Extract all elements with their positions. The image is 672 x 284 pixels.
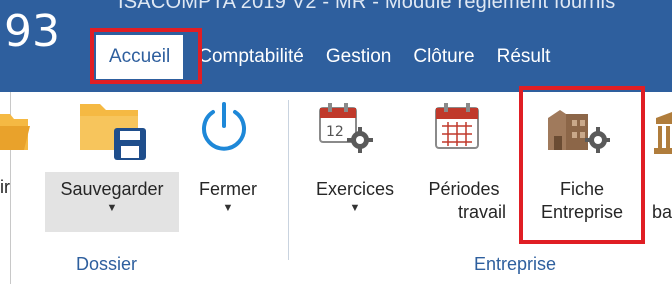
power-icon (196, 100, 252, 156)
building-gear-icon (546, 104, 610, 156)
calendar-grid-icon (432, 100, 488, 156)
chevron-down-icon: ▼ (106, 202, 118, 214)
folder-save-icon (78, 98, 150, 162)
periodes-label-line1: Périodes (428, 179, 500, 199)
bank-icon (654, 112, 672, 156)
calendar-gear-icon: 12 (318, 100, 374, 156)
exercices-button[interactable]: Exercices ▼ (304, 178, 406, 234)
banque-label: ba (652, 202, 672, 222)
tab-accueil[interactable]: Accueil (96, 35, 184, 79)
fiche-label-line2: Entreprise (540, 202, 624, 222)
periodes-label-line2: travail (457, 202, 506, 222)
group-label-entreprise: Entreprise (474, 254, 557, 274)
svg-text:12: 12 (326, 124, 344, 140)
app-logo: 93 (4, 6, 60, 57)
title-bar: 93 ISACOMPTA 2019 V2 - MR - Module règle… (0, 0, 672, 92)
sauvegarder-button[interactable]: Sauvegarder ▼ (45, 172, 179, 232)
sauvegarder-label: Sauvegarder (60, 179, 164, 199)
chevron-down-icon: ▼ (222, 202, 234, 214)
tab-gestion[interactable]: Gestion (315, 37, 402, 77)
tab-cloture[interactable]: Clôture (402, 37, 485, 77)
tab-resultat[interactable]: Résult (486, 37, 562, 77)
open-label: rir (0, 177, 10, 197)
folder-open-icon (0, 106, 30, 154)
chevron-down-icon: ▼ (349, 202, 361, 214)
group-label-dossier: Dossier (76, 254, 138, 274)
ribbon-tabs: Accueil Comptabilité Gestion Clôture Rés… (86, 32, 561, 82)
exercices-label: Exercices (315, 179, 395, 199)
banque-button[interactable]: ba (652, 201, 672, 224)
open-button[interactable]: rir (0, 176, 36, 199)
group-separator (288, 100, 289, 260)
fermer-label: Fermer (199, 179, 257, 199)
window-title: ISACOMPTA 2019 V2 - MR - Module règlemen… (118, 0, 616, 13)
periodes-travail-button[interactable]: Périodes travail (416, 178, 512, 234)
fermer-button[interactable]: Fermer ▼ (190, 178, 266, 234)
tab-comptabilite[interactable]: Comptabilité (187, 37, 315, 77)
fiche-entreprise-button[interactable]: Fiche Entreprise (524, 178, 640, 234)
fiche-label-line1: Fiche (559, 179, 604, 199)
